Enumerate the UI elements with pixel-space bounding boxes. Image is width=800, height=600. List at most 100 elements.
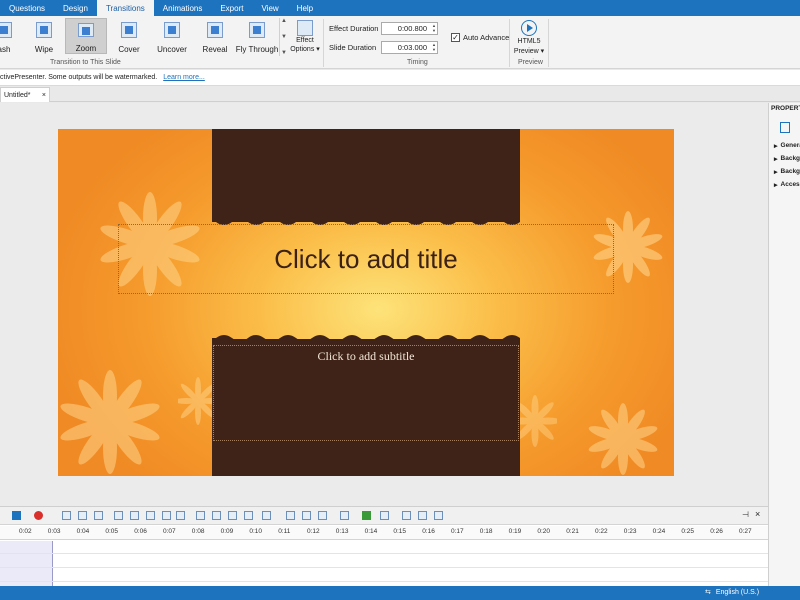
auto-advance-checkbox[interactable]: ✓ Auto Advance (451, 33, 509, 42)
language-icon: ⇆ (705, 589, 711, 596)
properties-item-background[interactable]: Backgr (769, 152, 800, 165)
fit-icon[interactable] (196, 511, 205, 520)
cut-icon[interactable] (212, 511, 221, 520)
brown-band-top (212, 129, 520, 222)
fly-through-transition-icon (249, 22, 265, 38)
split-icon[interactable] (176, 511, 185, 520)
distribute-icon[interactable] (146, 511, 155, 520)
timeline-tick-label: 0:04 (76, 528, 90, 535)
transition-label: Zoom (75, 44, 97, 53)
tab-questions[interactable]: Questions (0, 0, 54, 16)
group-icon[interactable] (162, 511, 171, 520)
timeline-tick-label: 0:17 (451, 528, 464, 535)
learn-more-link[interactable]: Learn more... (163, 74, 205, 81)
transition-uncover-button[interactable]: Uncover (152, 18, 192, 54)
close-icon[interactable]: × (755, 509, 760, 519)
timeline-ruler[interactable]: 0:02 0:03 0:04 0:05 0:06 0:07 0:08 0:09 0:10 0:11… (0, 526, 768, 540)
layout-icon[interactable] (380, 511, 389, 520)
group-label-preview: Preview (518, 59, 543, 66)
group-label-transition: Transition to This Slide (50, 59, 121, 66)
slide-duration-value: 0:03.000 (397, 43, 427, 52)
record-icon[interactable] (34, 511, 43, 520)
subtitle-placeholder[interactable]: Click to add subtitle (213, 345, 519, 441)
info-bar: ctivePresenter. Some outputs will be wat… (0, 70, 800, 86)
fade-in-icon[interactable] (286, 511, 295, 520)
timeline-tick-label: 0:27 (739, 528, 752, 535)
zoom-in-icon[interactable] (62, 511, 71, 520)
transition-fly-through-button[interactable]: Fly Through (236, 18, 278, 54)
zoom-fit-icon[interactable] (94, 511, 103, 520)
undo-icon[interactable] (402, 511, 411, 520)
language-indicator[interactable]: ⇆ English (U.S.) (705, 588, 760, 597)
pin-icon[interactable]: ⊣ (742, 510, 749, 519)
closed-caption-icon[interactable] (362, 511, 371, 520)
text-icon[interactable] (340, 511, 349, 520)
tab-design[interactable]: Design (54, 0, 97, 16)
slide-duration-input[interactable]: 0:03.000 ▲ ▼ (381, 41, 438, 54)
properties-header: PROPERTI (771, 105, 800, 112)
cover-transition-icon (121, 22, 137, 38)
slide-properties-icon[interactable] (780, 122, 790, 133)
document-tabs: Untitled* × (0, 87, 800, 102)
transition-label: Fly Through (235, 45, 279, 54)
redo-icon[interactable] (434, 511, 443, 520)
properties-item-general[interactable]: Genera (769, 139, 800, 152)
timeline-track[interactable] (0, 541, 768, 554)
transition-zoom-button[interactable]: Zoom (65, 18, 107, 54)
fade-out-icon[interactable] (302, 511, 311, 520)
properties-item-accessibility[interactable]: Access (769, 178, 800, 191)
tab-transitions[interactable]: Transitions (96, 0, 154, 16)
ribbon-tab-bar: Questions Design Transitions Animations … (0, 0, 800, 16)
wipe-transition-icon (36, 22, 52, 38)
close-icon[interactable]: × (42, 92, 46, 99)
chevron-down-icon[interactable]: ▼ (281, 34, 287, 40)
status-bar: ⇆ English (U.S.) (0, 586, 800, 600)
language-label: English (U.S.) (715, 588, 760, 596)
document-tab[interactable]: Untitled* × (0, 87, 50, 102)
spinner-arrows-icon[interactable]: ▲ ▼ (432, 42, 436, 52)
timeline-tick-label: 0:02 (19, 528, 32, 535)
spinner-arrows-icon[interactable]: ▲ ▼ (432, 23, 436, 33)
transition-cover-button[interactable]: Cover (112, 18, 146, 54)
push-transition-icon (0, 22, 12, 38)
align-center-icon[interactable] (130, 511, 139, 520)
properties-item-background-2[interactable]: Backgr (769, 165, 800, 178)
group-label-timing: Timing (407, 59, 428, 66)
timeline-tick-label: 0:20 (537, 528, 551, 535)
tab-help[interactable]: Help (288, 0, 322, 16)
transition-label: Wipe (34, 45, 54, 54)
align-icon[interactable] (114, 511, 123, 520)
marker-icon[interactable] (418, 511, 427, 520)
tab-animations[interactable]: Animations (154, 0, 212, 16)
effect-duration-value: 0:00.800 (397, 24, 427, 33)
volume-icon[interactable] (262, 511, 271, 520)
slide[interactable]: Click to add title Click to add subtitle (58, 129, 674, 476)
effect-options-button[interactable]: Effect Options ▾ (290, 18, 320, 56)
tab-export[interactable]: Export (211, 0, 252, 16)
timeline-tick-label: 0:14 (364, 528, 378, 535)
info-message: ctivePresenter. Some outputs will be wat… (0, 74, 158, 81)
timeline-tick-label: 0:26 (710, 528, 723, 535)
ribbon-separator (323, 19, 324, 67)
stop-icon[interactable] (12, 511, 21, 520)
timeline-tick-label: 0:24 (652, 528, 666, 535)
gallery-expand-icon[interactable]: ▼ (281, 50, 287, 56)
gallery-scroll[interactable]: ▲ ▼ ▼ (279, 18, 288, 56)
effect-duration-input[interactable]: 0:00.800 ▲ ▼ (381, 22, 438, 35)
title-placeholder[interactable]: Click to add title (118, 224, 614, 294)
timeline-panel: ⊣ × 0:02 0:03 0:04 0:05 0:06 0:07 0:08 0:09 0:10… (0, 506, 768, 587)
audio-chart-icon[interactable] (318, 511, 327, 520)
html5-preview-button[interactable]: HTML5 Preview ▾ (512, 18, 546, 58)
transition-wipe-button[interactable]: Wipe (28, 18, 60, 54)
zoom-out-icon[interactable] (78, 511, 87, 520)
insert-icon[interactable] (244, 511, 253, 520)
preview-label-2: Preview ▾ (513, 48, 545, 55)
timeline-track[interactable] (0, 569, 768, 582)
slide-duration-label: Slide Duration (329, 43, 377, 52)
timeline-track[interactable] (0, 555, 768, 568)
speed-icon[interactable] (228, 511, 237, 520)
chevron-up-icon[interactable]: ▲ (281, 18, 287, 24)
tab-view[interactable]: View (252, 0, 287, 16)
transition-reveal-button[interactable]: Reveal (197, 18, 233, 54)
transition-push-button[interactable]: ash (0, 18, 14, 54)
